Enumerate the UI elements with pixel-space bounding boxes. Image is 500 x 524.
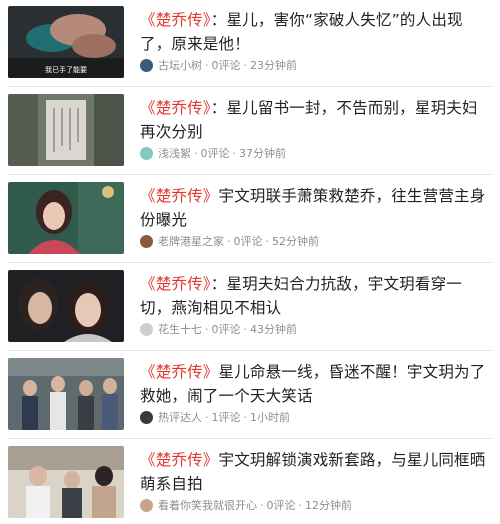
drama-name[interactable]: 《楚乔传》 [140,99,211,117]
drama-name[interactable]: 《楚乔传》 [140,363,219,381]
news-title[interactable]: 《楚乔传》：星儿，害你“家破人失忆”的人出现了，原来是他！ [140,8,492,56]
divider [8,86,492,87]
thumbnail-image: 我已手了能要 [8,6,124,78]
thumbnail-image [8,94,124,166]
news-meta: 浅浅絮 · 0评论 · 37分钟前 [140,144,286,162]
comment-count[interactable]: 0评论 [212,321,241,337]
news-item[interactable]: 《楚乔传》：星玥夫妇合力抗敌，宇文玥看穿一切，燕洵相见不相认 花生十七 · 0评… [0,264,500,348]
author-name[interactable]: 看着你笑我就很开心 [158,497,257,513]
publish-time: 37分钟前 [239,147,286,160]
drama-name[interactable]: 《楚乔传》 [140,451,219,469]
comment-count[interactable]: 0评论 [201,145,230,161]
news-item[interactable]: 《楚乔传》星儿命悬一线，昏迷不醒！宇文玥为了救她，闹了一个天大笑话 热评达人 ·… [0,352,500,436]
author-name[interactable]: 老牌港星之家 [158,233,224,249]
news-title[interactable]: 《楚乔传》：星玥夫妇合力抗敌，宇文玥看穿一切，燕洵相见不相认 [140,272,492,320]
author-name[interactable]: 花生十七 [158,321,202,337]
comment-count[interactable]: 1评论 [212,409,241,425]
thumbnail-image [8,446,124,518]
divider [8,262,492,263]
comment-count[interactable]: 0评论 [267,497,296,513]
news-meta: 看着你笑我就很开心 · 0评论 · 12分钟前 [140,496,352,514]
news-item[interactable]: 《楚乔传》：星儿留书一封，不告而别，星玥夫妇再次分别 浅浅絮 · 0评论 · 3… [0,88,500,172]
news-meta: 花生十七 · 0评论 · 43分钟前 [140,320,297,338]
author-name[interactable]: 热评达人 [158,409,202,425]
thumbnail-image [8,182,124,254]
publish-time: 1小时前 [250,411,290,424]
news-title[interactable]: 《楚乔传》宇文玥解锁演戏新套路，与星儿同框晒萌系自拍 [140,448,492,496]
thumbnail-caption: 我已手了能要 [45,65,87,74]
author-avatar [140,322,153,336]
news-thumbnail[interactable]: 我已手了能要 [8,6,124,78]
news-item[interactable]: 《楚乔传》宇文玥联手萧策救楚乔，往生营营主身份曝光 老牌港星之家 · 0评论 ·… [0,176,500,260]
news-thumbnail[interactable] [8,446,124,518]
drama-name[interactable]: 《楚乔传》 [140,187,219,205]
author-avatar [140,58,153,72]
news-thumbnail[interactable] [8,94,124,166]
author-avatar [140,146,153,160]
news-feed: 我已手了能要 《楚乔传》：星儿，害你“家破人失忆”的人出现了，原来是他！ 古坛小… [0,0,500,524]
divider [8,350,492,351]
news-item[interactable]: 我已手了能要 《楚乔传》：星儿，害你“家破人失忆”的人出现了，原来是他！ 古坛小… [0,0,500,84]
author-avatar [140,410,153,424]
news-meta: 热评达人 · 1评论 · 1小时前 [140,408,290,426]
news-title[interactable]: 《楚乔传》宇文玥联手萧策救楚乔，往生营营主身份曝光 [140,184,492,232]
divider [8,438,492,439]
news-thumbnail[interactable] [8,182,124,254]
author-name[interactable]: 古坛小树 [158,57,202,73]
divider [8,174,492,175]
news-item[interactable]: 《楚乔传》宇文玥解锁演戏新套路，与星儿同框晒萌系自拍 看着你笑我就很开心 · 0… [0,440,500,524]
thumbnail-image [8,358,124,430]
author-avatar [140,498,153,512]
comment-count[interactable]: 0评论 [212,57,241,73]
publish-time: 23分钟前 [250,59,297,72]
publish-time: 52分钟前 [272,235,319,248]
author-avatar [140,234,153,248]
publish-time: 43分钟前 [250,323,297,336]
news-title[interactable]: 《楚乔传》星儿命悬一线，昏迷不醒！宇文玥为了救她，闹了一个天大笑话 [140,360,492,408]
drama-name[interactable]: 《楚乔传》 [140,11,211,29]
news-meta: 古坛小树 · 0评论 · 23分钟前 [140,56,297,74]
comment-count[interactable]: 0评论 [234,233,263,249]
thumbnail-image [8,270,124,342]
author-name[interactable]: 浅浅絮 [158,145,191,161]
publish-time: 12分钟前 [305,499,352,512]
news-thumbnail[interactable] [8,358,124,430]
news-thumbnail[interactable] [8,270,124,342]
news-title[interactable]: 《楚乔传》：星儿留书一封，不告而别，星玥夫妇再次分别 [140,96,492,144]
drama-name[interactable]: 《楚乔传》 [140,275,211,293]
news-meta: 老牌港星之家 · 0评论 · 52分钟前 [140,232,319,250]
